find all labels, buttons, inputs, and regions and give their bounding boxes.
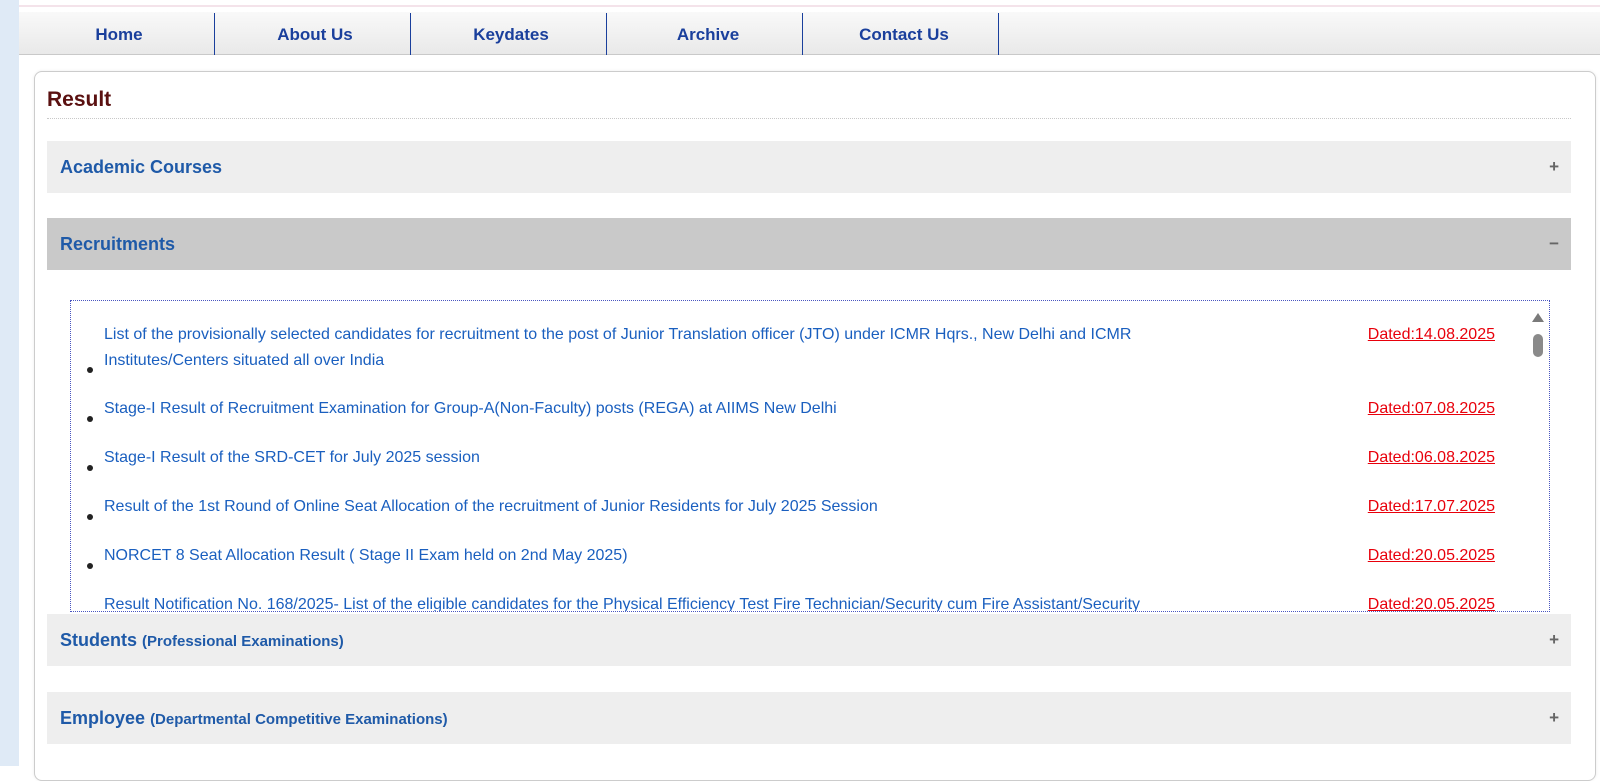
nav-separator (802, 13, 803, 55)
results-scrollbar[interactable] (1531, 313, 1545, 611)
result-link[interactable]: NORCET 8 Seat Allocation Result ( Stage … (104, 543, 1204, 569)
nav-keydates[interactable]: Keydates (411, 12, 611, 55)
top-divider (19, 5, 1600, 7)
result-link[interactable]: Stage-I Result of Recruitment Examinatio… (104, 396, 1204, 422)
result-date[interactable]: Dated:20.05.2025 (1368, 543, 1495, 569)
accordion-label-main: Students (60, 630, 138, 650)
scroll-thumb[interactable] (1533, 334, 1543, 357)
accordion-label: Employee (Departmental Competitive Exami… (60, 692, 448, 746)
nav-contact-us[interactable]: Contact Us (804, 12, 1004, 55)
bullet-icon (87, 514, 93, 520)
result-link[interactable]: Stage-I Result of the SRD-CET for July 2… (104, 445, 1204, 471)
nav-separator (606, 13, 607, 55)
bullet-icon (87, 563, 93, 569)
result-link[interactable]: List of the provisionally selected candi… (104, 322, 1204, 374)
nav-about-us[interactable]: About Us (215, 12, 415, 55)
accordion-employee[interactable]: Employee (Departmental Competitive Exami… (47, 692, 1571, 744)
expand-icon[interactable]: + (1549, 614, 1559, 666)
result-date[interactable]: Dated:14.08.2025 (1368, 322, 1495, 348)
accordion-label: Recruitments (60, 234, 176, 254)
result-date[interactable]: Dated:07.08.2025 (1368, 396, 1495, 422)
nav-home[interactable]: Home (19, 12, 219, 55)
result-date[interactable]: Dated:17.07.2025 (1368, 494, 1495, 520)
scroll-up-arrow-icon[interactable] (1532, 313, 1544, 322)
bullet-icon (87, 465, 93, 471)
result-date[interactable]: Dated:06.08.2025 (1368, 445, 1495, 471)
accordion-recruitments[interactable]: Recruitments − (47, 218, 1571, 270)
result-link[interactable]: Result Notification No. 168/2025- List o… (104, 592, 1204, 611)
nav-archive[interactable]: Archive (608, 12, 808, 55)
result-date[interactable]: Dated:20.05.2025 (1368, 592, 1495, 611)
bullet-icon (87, 367, 93, 373)
bullet-icon (87, 416, 93, 422)
accordion-sublabel: (Departmental Competitive Examinations) (150, 711, 448, 728)
collapse-icon[interactable]: − (1549, 218, 1559, 270)
accordion-academic-courses[interactable]: Academic Courses + (47, 141, 1571, 193)
accordion-sublabel: (Professional Examinations) (142, 633, 344, 650)
main-navigation: Home About Us Keydates Archive Contact U… (19, 12, 1600, 55)
accordion-label: Academic Courses (60, 157, 223, 177)
title-divider (47, 118, 1571, 119)
accordion-label: Students (Professional Examinations) (60, 614, 344, 668)
accordion-students[interactable]: Students (Professional Examinations) + (47, 614, 1571, 666)
expand-icon[interactable]: + (1549, 692, 1559, 744)
result-link[interactable]: Result of the 1st Round of Online Seat A… (104, 494, 1204, 520)
expand-icon[interactable]: + (1549, 141, 1559, 193)
page-title: Result (47, 88, 112, 111)
recruitment-results-panel[interactable]: List of the provisionally selected candi… (70, 300, 1550, 612)
accordion-label-main: Employee (60, 708, 146, 728)
nav-separator (998, 13, 999, 55)
page-left-margin (0, 0, 19, 766)
